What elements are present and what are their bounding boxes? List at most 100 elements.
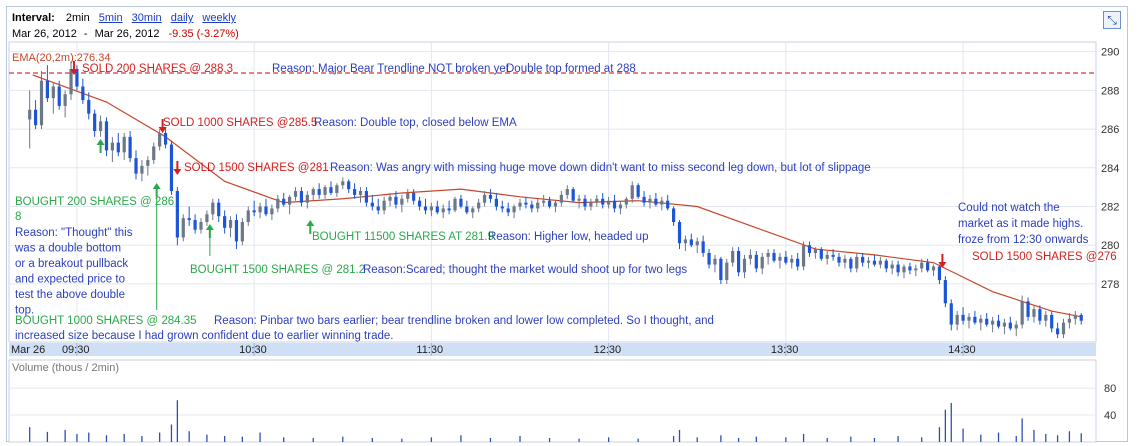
candle-body (169, 144, 174, 192)
candle-body (329, 187, 333, 193)
candle-body (553, 202, 558, 207)
candle-body (311, 189, 315, 195)
candle-body (252, 210, 256, 213)
candle-body (441, 208, 445, 213)
candle-body (400, 198, 404, 205)
candle-body (778, 256, 782, 261)
candle-body (884, 260, 888, 269)
x-tick-label: 10:30 (239, 344, 267, 356)
candle-body (116, 142, 120, 153)
y-tick-label: 280 (1101, 240, 1119, 252)
candle-body (908, 266, 912, 271)
y-tick-label: 288 (1101, 85, 1119, 97)
candle-body (636, 185, 640, 197)
candle-body (689, 239, 693, 246)
ema-label: EMA(20,2m):276.34 (12, 52, 111, 64)
candle-body (843, 258, 847, 263)
candle-body (152, 146, 156, 161)
candle-body (270, 208, 274, 215)
candle-body (914, 268, 918, 271)
candle-body (211, 202, 215, 215)
candle-body (931, 266, 936, 271)
trade-note: or a breakout pullback (15, 258, 128, 270)
candle-body (813, 249, 817, 253)
y-tick-label: 282 (1101, 202, 1119, 214)
candle-body (146, 160, 150, 166)
candle-body (175, 191, 179, 238)
candle-body (158, 132, 162, 147)
candle-body (500, 206, 504, 209)
candle-body (1038, 309, 1042, 321)
candle-body (388, 196, 392, 201)
candle-body (347, 181, 351, 190)
candle-body (1050, 314, 1054, 329)
candle-body (920, 262, 924, 269)
candle-body (973, 316, 977, 323)
y-tick-label: 278 (1101, 279, 1119, 291)
candle-body (1026, 301, 1030, 317)
x-tick-label: Mar 26 (11, 344, 45, 356)
candle-body (512, 206, 516, 213)
candle-body (955, 314, 959, 325)
trade-note: Reason: Higher low, headed up (488, 231, 648, 243)
candle-body (748, 254, 753, 259)
time-axis-band (9, 343, 1096, 356)
candle-body (819, 249, 823, 259)
candle-body (666, 200, 670, 209)
candle-body (228, 220, 233, 228)
candle-body (577, 198, 581, 201)
candle-body (866, 260, 871, 263)
candle-body (937, 266, 942, 281)
candle-body (961, 314, 965, 321)
x-tick-label: 13:30 (771, 344, 799, 356)
candle-body (1067, 318, 1072, 323)
candle-body (364, 191, 369, 203)
candle-body (323, 187, 327, 195)
price-plot-area (8, 41, 1097, 343)
candle-body (760, 256, 764, 269)
candle-body (453, 198, 457, 211)
candle-body (524, 202, 528, 205)
trade-label: BOUGHT 200 SHARES @ 286 (15, 196, 174, 208)
candle-body (1079, 314, 1083, 321)
candle-body (394, 196, 398, 205)
candle-body (459, 198, 463, 207)
candle-body (81, 86, 85, 101)
candle-body (234, 220, 239, 242)
candle-body (571, 189, 575, 201)
price-chart: 40 80 SOLD 200 SHARES @ 288.3 Reason: Majo… (8, 41, 1119, 443)
trade-label: SOLD 200 SHARES @ 288.3 (82, 63, 233, 75)
candle-body (902, 266, 906, 273)
candle-body (530, 204, 534, 209)
candle-body (240, 222, 244, 242)
froze-annotation: market as it made highs. (958, 218, 1083, 230)
candle-body (435, 206, 439, 213)
candle-body (695, 241, 699, 246)
candle-body (701, 241, 705, 253)
candle-body (33, 109, 38, 126)
trade-note: increased size because I had grown confi… (15, 330, 393, 342)
candle-body (683, 239, 688, 244)
trade-label: BOUGHT 1500 SHARES @ 281.2 (190, 264, 365, 276)
candle-body (719, 258, 723, 281)
froze-annotation: froze from 12:30 onwards (958, 234, 1089, 246)
x-tick-label: 09:30 (62, 344, 90, 356)
candle-body (477, 202, 481, 209)
candle-body (181, 218, 185, 238)
candle-body (784, 256, 788, 263)
candle-body (51, 86, 55, 99)
candle-body (565, 189, 569, 195)
candle-body (1032, 309, 1036, 317)
candle-body (258, 206, 262, 213)
candle-body (412, 192, 416, 201)
candle-body (282, 198, 286, 205)
candle-body (654, 198, 658, 205)
candle-body (429, 206, 433, 211)
candle-body (595, 198, 599, 203)
candle-body (1002, 322, 1007, 327)
froze-annotation: Could not watch the (958, 202, 1060, 214)
candle-body (406, 192, 410, 199)
candle-body (187, 218, 191, 221)
candle-body (352, 189, 357, 195)
candle-body (943, 280, 947, 304)
